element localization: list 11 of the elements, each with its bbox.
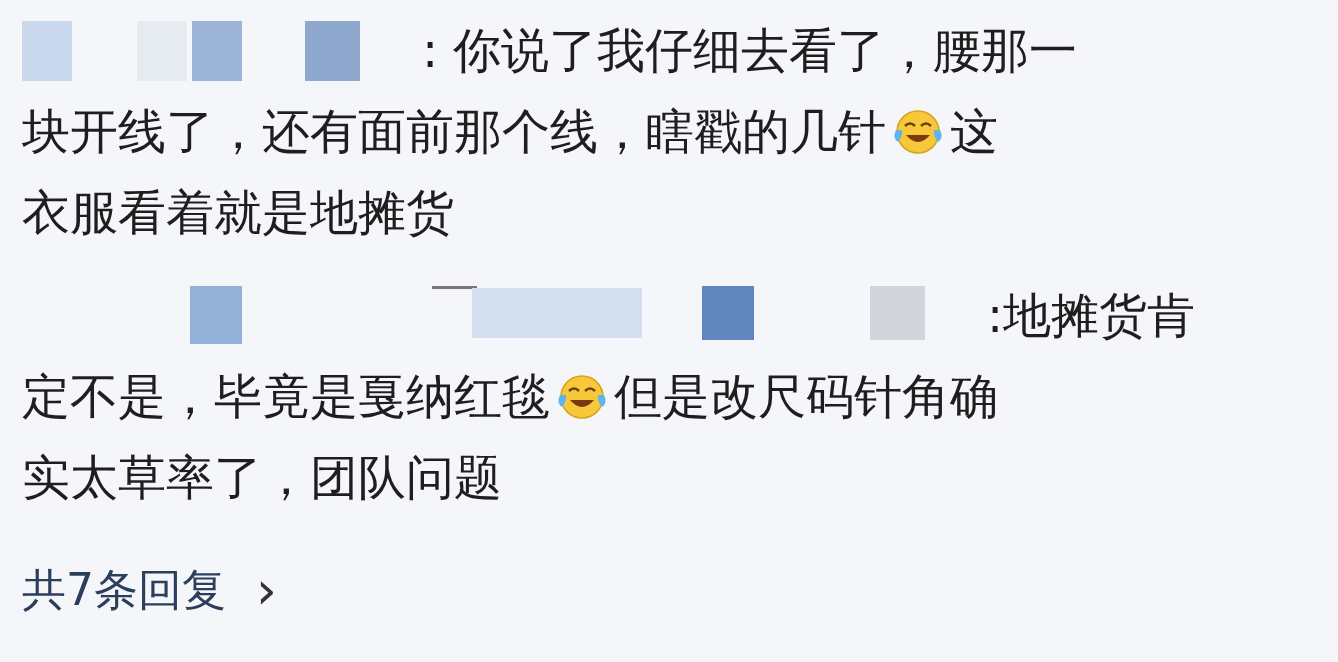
comment-text: 块开线了，还有面前那个线，瞎戳的几针: [22, 101, 886, 161]
laughing-crying-face-icon: [892, 107, 944, 156]
replies-link[interactable]: 共7条回复 ›: [22, 560, 277, 620]
comment-text: : 你说了我仔细去看了，腰那一: [422, 20, 1078, 80]
comment-text: 实太草率了，团队问题: [22, 447, 502, 507]
laughing-crying-face-icon: [556, 372, 608, 421]
comment-text: 这: [950, 101, 998, 161]
comment-text: 定不是，毕竟是戛纳红毯: [22, 366, 550, 426]
comment-text: :地摊货肯: [987, 285, 1196, 345]
comment-text: 衣服看着就是地摊货: [22, 182, 454, 242]
comment-text: 但是改尺码针角确: [614, 366, 998, 426]
